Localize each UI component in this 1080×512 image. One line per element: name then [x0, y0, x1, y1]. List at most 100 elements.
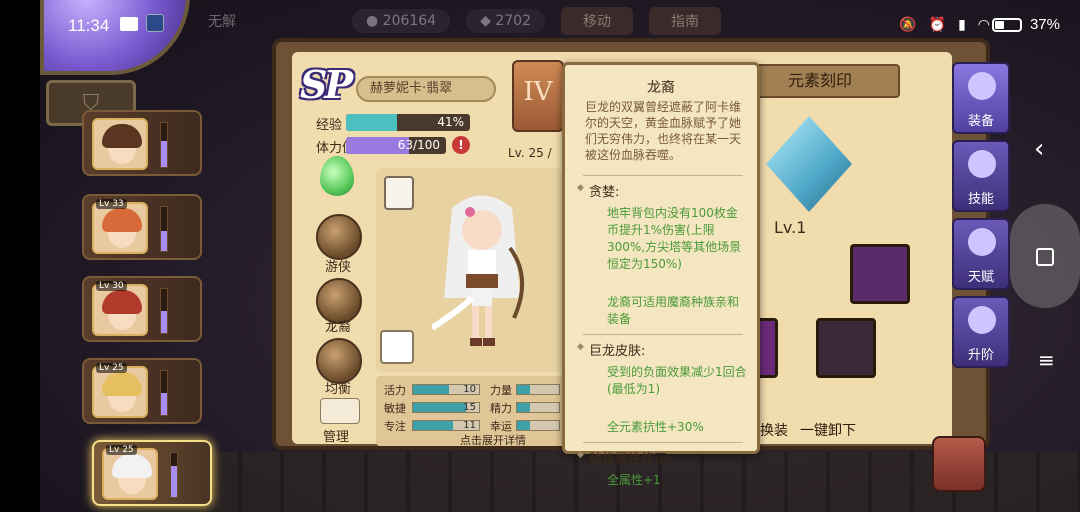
hero-portrait: [92, 284, 148, 336]
hero-portrait: [92, 118, 148, 170]
hero-hair: [102, 208, 142, 232]
tab-label: 天赋: [967, 270, 994, 285]
hero-stamina-fill: [161, 311, 167, 333]
stat-bar-fill: [413, 403, 466, 412]
stat-bar: [516, 402, 560, 413]
tab-icon: [968, 306, 996, 334]
hero-stamina-bar: [160, 370, 168, 416]
stat-bar: 15: [412, 402, 480, 413]
signal-icon: ▮: [958, 16, 966, 32]
clock: 11:34: [68, 16, 110, 35]
stat-bar-fill: [517, 403, 530, 412]
hero-stamina-bar: [170, 452, 178, 498]
tab-label: 升阶: [967, 348, 994, 363]
tooltip-separator: [583, 442, 743, 443]
tab-label: 装备: [967, 114, 994, 129]
hero-hair: [112, 454, 152, 478]
hero-stamina-fill: [171, 466, 177, 497]
side-tab[interactable]: 升阶: [952, 296, 1010, 368]
tab-icon: [968, 72, 996, 100]
stat-bar: [516, 384, 560, 395]
swap-equipment-button[interactable]: 换装: [760, 420, 788, 440]
scroll-icon[interactable]: [320, 398, 360, 424]
expand-details-hint[interactable]: 点击展开详情: [460, 432, 526, 448]
home-square-icon: [1036, 248, 1054, 266]
backpack-icon[interactable]: [932, 436, 986, 492]
hero-level-badge: Lv 33: [96, 199, 127, 209]
hero-card[interactable]: Lv 25: [92, 440, 212, 506]
exp-value: 41%: [437, 115, 464, 129]
tooltip-separator: [583, 175, 743, 176]
hero-stamina-fill: [161, 393, 167, 415]
stat-label: 活力: [384, 384, 406, 397]
gloves-slot[interactable]: [816, 318, 876, 378]
stat-value: 15: [463, 402, 476, 413]
hero-card[interactable]: [82, 110, 202, 176]
class-label-ranger: 游侠: [324, 260, 351, 275]
hero-card[interactable]: Lv 30: [82, 276, 202, 342]
battery-icon: [992, 18, 1022, 32]
tooltip-effect-line: 全元素抗性+30%: [607, 420, 704, 434]
stamina-bar: 63/100: [346, 137, 446, 154]
tooltip-effect-line: 地牢背包内没有100枚金币提升1%伤害(上限300%,方尖塔等其他场景恒定为15…: [607, 206, 742, 271]
bow-class-icon[interactable]: [316, 214, 362, 260]
message-icon: [120, 17, 138, 31]
rank-badge[interactable]: IV: [512, 60, 564, 132]
skin-portrait-icon[interactable]: [380, 330, 414, 364]
status-icons: 🔕 ⏰ ▮ ◠: [899, 16, 990, 33]
tooltip-section-heading: 种族属性修正:: [577, 448, 671, 467]
leaf-element-icon[interactable]: [320, 156, 354, 196]
class-label-balance: 均衡: [324, 382, 351, 397]
hero-stamina-bar: [160, 122, 168, 168]
hero-stamina-bar: [160, 206, 168, 252]
hero-portrait: [102, 448, 158, 500]
manage-button[interactable]: 管理: [306, 426, 366, 445]
hero-stamina-bar: [160, 288, 168, 334]
hero-card[interactable]: Lv 33: [82, 194, 202, 260]
hero-card[interactable]: Lv 25: [82, 358, 202, 424]
hero-level-badge: Lv 25: [106, 445, 137, 455]
stat-label: 敏捷: [384, 402, 406, 415]
tooltip-title: 龙裔: [647, 80, 675, 96]
tooltip-separator: [583, 334, 743, 335]
unequip-all-button[interactable]: 一键卸下: [800, 420, 856, 440]
nav-menu-icon[interactable]: ≡: [1038, 348, 1055, 372]
tooltip-effect-line: 全属性+1: [607, 473, 661, 487]
hero-stamina-fill: [161, 231, 167, 251]
tooltip-description: 巨龙的双翼曾经遮蔽了阿卡维尔的天空，黄金血脉赋予了她们无穷伟力，也终将在某一天被…: [585, 100, 742, 162]
tab-icon: [968, 228, 996, 256]
exp-bar-fill: [346, 114, 397, 131]
hero-portrait: [92, 366, 148, 418]
stat-bar-fill: [517, 385, 530, 394]
stat-label: 力量: [490, 384, 512, 397]
stat-label: 专注: [384, 420, 406, 433]
hero-level: Lv. 25 /: [508, 146, 552, 160]
nav-home-button[interactable]: [1010, 204, 1080, 308]
hero-portrait: [92, 202, 148, 254]
stat-label: 精力: [490, 402, 512, 415]
armor-slot[interactable]: [850, 244, 910, 304]
hero-hair: [102, 124, 142, 148]
tab-label: 技能: [967, 192, 994, 207]
hero-level-badge: Lv 25: [96, 363, 127, 373]
stat-bar-fill: [517, 421, 530, 430]
side-tab[interactable]: 天赋: [952, 218, 1010, 290]
wifi-icon: ◠: [977, 16, 990, 32]
stamina-value: 63/100: [397, 138, 440, 152]
tooltip-effect-line: 受到的负面效果减少1回合 (最低为1): [607, 365, 747, 396]
stat-bar: 11: [412, 420, 480, 431]
nav-back-icon[interactable]: ‹: [1034, 134, 1044, 164]
hero-stamina-fill: [161, 140, 167, 167]
battery-percent: 37%: [1029, 16, 1060, 33]
side-tab[interactable]: 技能: [952, 140, 1010, 212]
tab-icon: [968, 150, 996, 178]
rarity-badge: SP: [300, 62, 353, 107]
class-label-dragonkin: 龙裔: [324, 320, 351, 335]
stat-value: 11: [463, 420, 476, 431]
race-tooltip: 龙裔 巨龙的双翼曾经遮蔽了阿卡维尔的天空，黄金血脉赋予了她们无穷伟力，也终将在某…: [562, 62, 760, 487]
side-tab[interactable]: 装备: [952, 62, 1010, 134]
stamina-alert-icon[interactable]: !: [452, 136, 470, 154]
hero-hair: [102, 290, 142, 314]
stat-bar: [516, 420, 560, 431]
wardrobe-icon[interactable]: [384, 176, 414, 210]
